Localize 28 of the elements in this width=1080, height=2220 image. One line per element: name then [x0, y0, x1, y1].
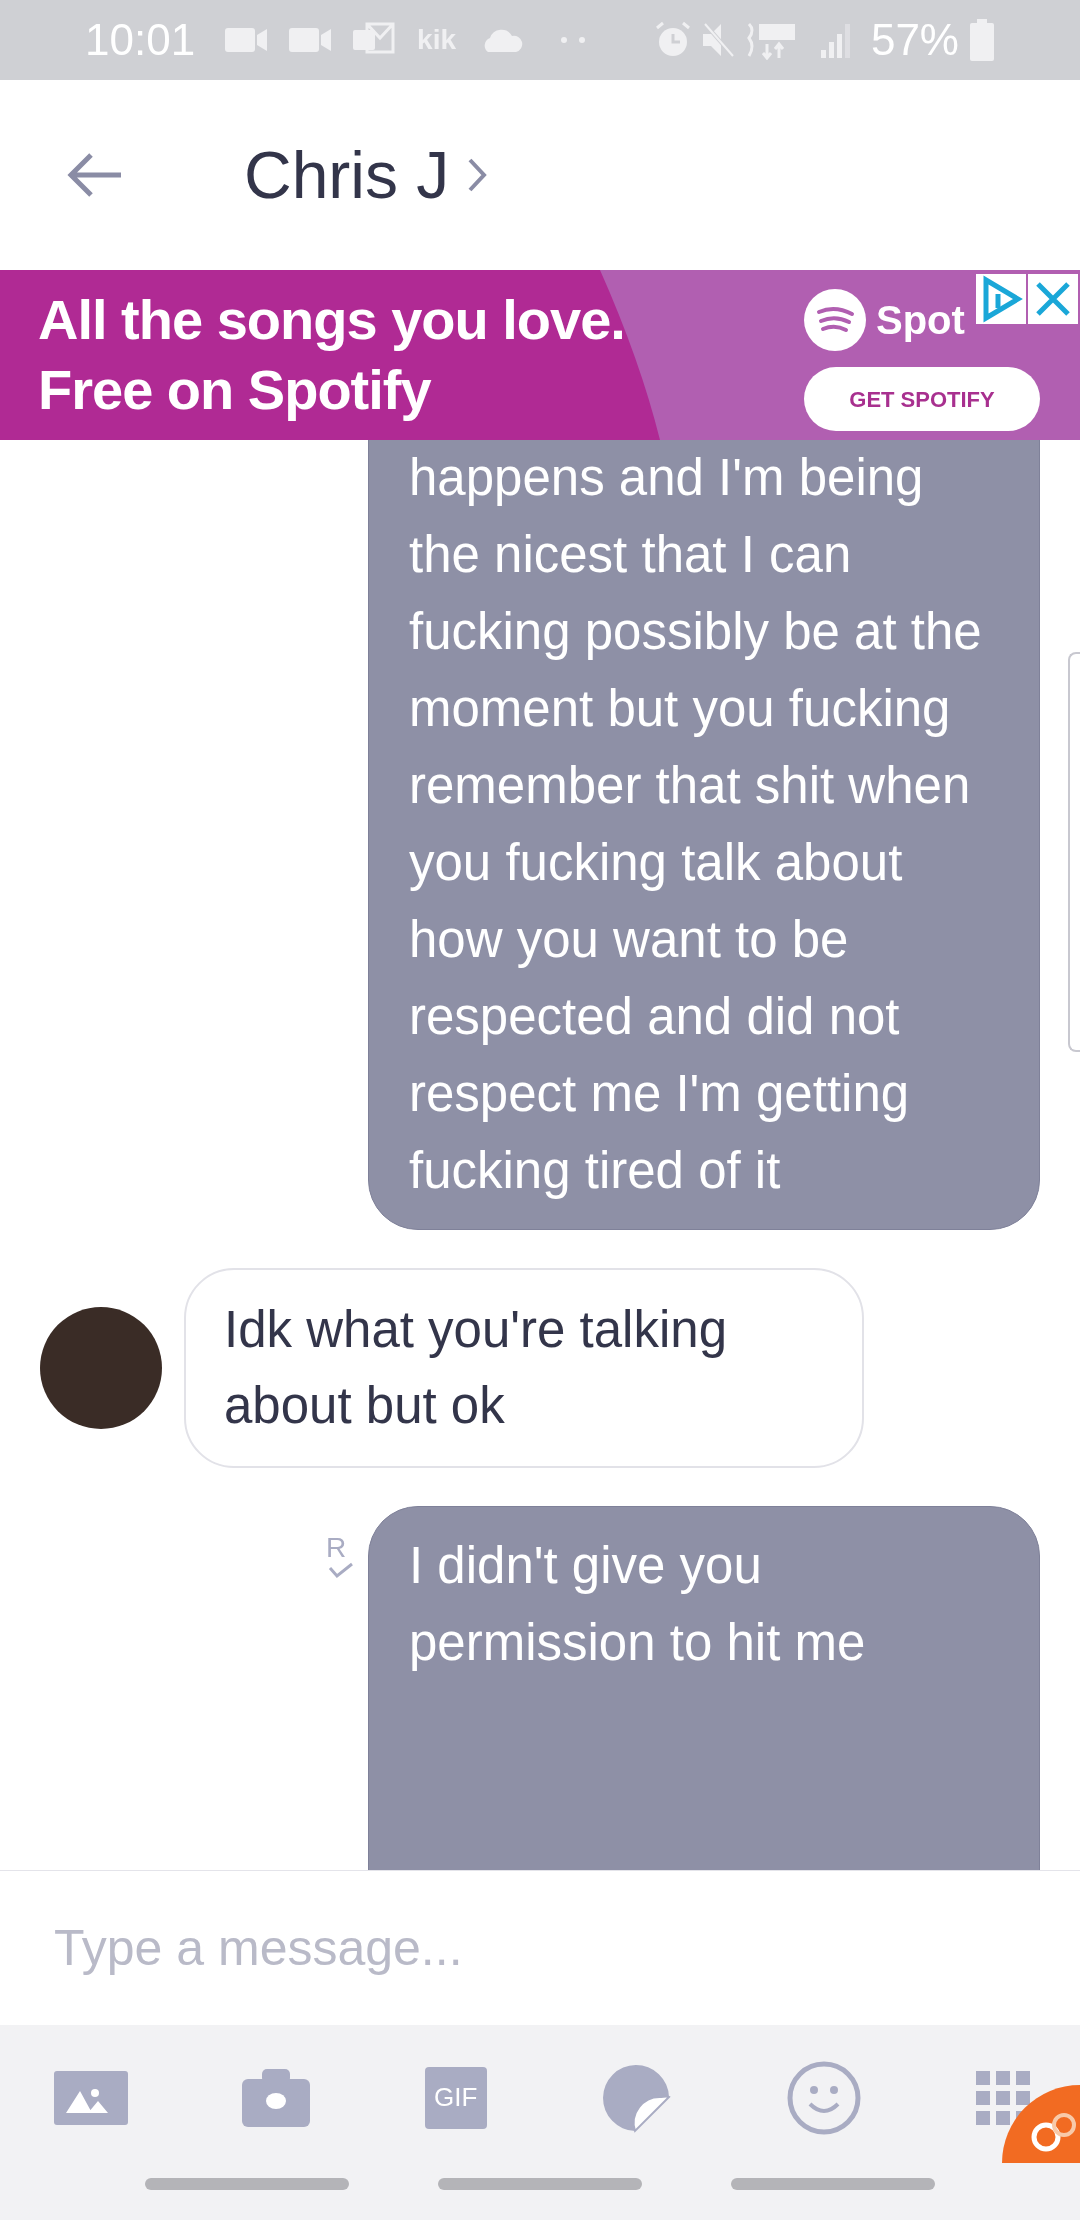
message-text: I didn't give you permission to hit me	[409, 1536, 867, 1673]
dots-icon	[560, 36, 587, 44]
emoji-icon[interactable]	[785, 2059, 862, 2136]
ad-choices-icon[interactable]	[976, 274, 1026, 324]
mute-icon	[700, 20, 737, 60]
scrollbar-handle[interactable]	[1068, 652, 1080, 1052]
spotify-logo-icon	[804, 289, 866, 351]
video-camera-icon	[225, 26, 270, 54]
battery-icon	[969, 19, 995, 61]
message-text: happens and I'm being the nicest that I can fucking possibly be at the moment but you fucking remember that shit when you fucking talk about how you want to be respected and did not respect me I'm getting fucking tired of it	[409, 448, 983, 1201]
close-icon[interactable]	[1028, 274, 1078, 324]
nav-bar-pill[interactable]	[731, 2178, 936, 2190]
camera-icon[interactable]	[242, 2068, 311, 2127]
sticker-icon[interactable]	[601, 2062, 672, 2133]
ad-headline: All the songs you love.	[38, 287, 625, 353]
image-icon[interactable]	[54, 2070, 128, 2125]
grid-icon[interactable]	[975, 2070, 1030, 2125]
nav-bar-pill[interactable]	[144, 2178, 349, 2190]
spotify-brand-name: Spot	[876, 297, 965, 344]
ad-subline: Free on Spotify	[38, 357, 432, 423]
video-camera-icon	[289, 26, 334, 54]
ad-banner[interactable]: All the songs you love. Free on Spotify Spot GET SPOTIFY	[0, 270, 1080, 440]
chevron-right-icon	[467, 157, 488, 193]
get-spotify-button[interactable]: GET SPOTIFY	[804, 367, 1040, 431]
contact-name-button[interactable]: Chris J	[244, 125, 488, 225]
floating-chat-icon[interactable]	[1002, 2085, 1080, 2163]
message-text: Idk what you're talking about but ok	[224, 1300, 728, 1436]
message-input-field[interactable]: Type a message...	[54, 1910, 1026, 1986]
